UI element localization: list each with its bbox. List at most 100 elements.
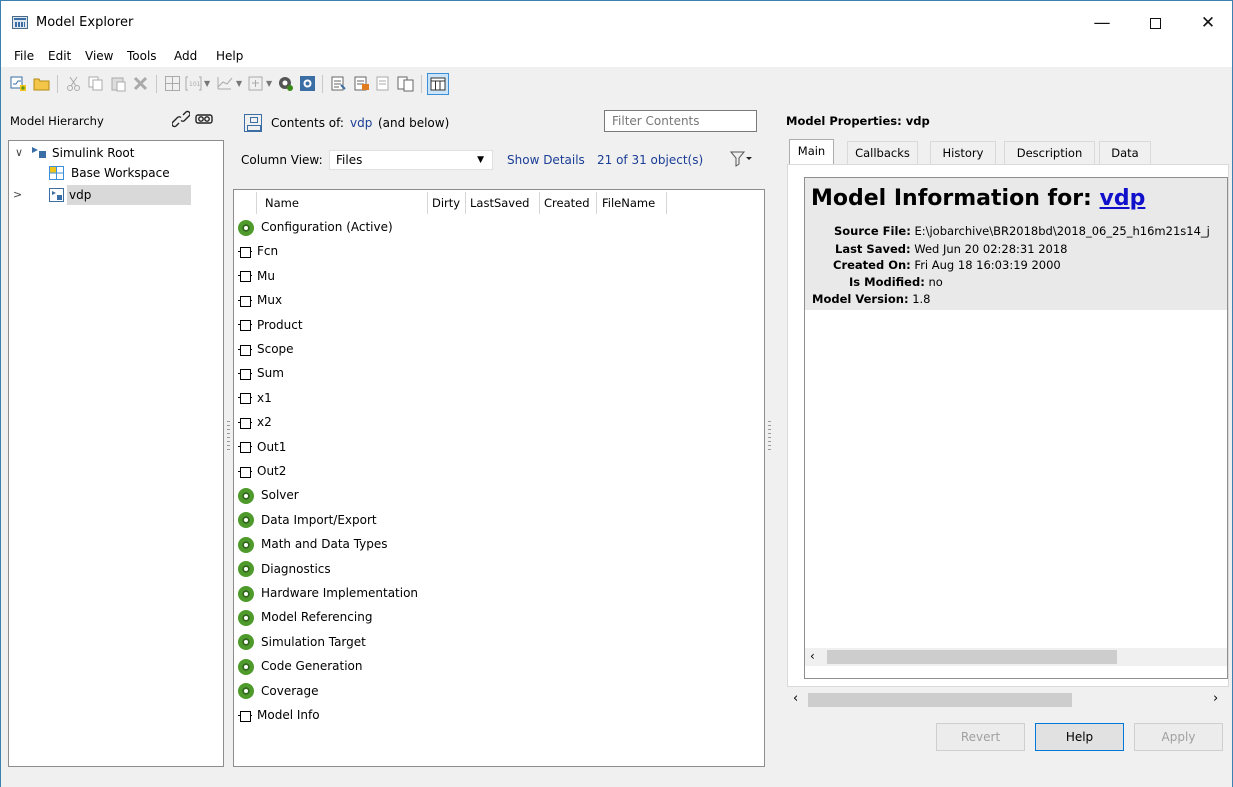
minimize-button[interactable]: —	[1079, 7, 1125, 39]
scroll-left-icon[interactable]: ‹	[810, 649, 815, 663]
copy-icon[interactable]	[87, 75, 104, 92]
list-item[interactable]: Model Info	[238, 704, 320, 726]
contents-hierarchy-icon[interactable]	[244, 114, 262, 132]
filter-icon[interactable]	[730, 151, 752, 167]
menu-help[interactable]: Help	[216, 49, 243, 63]
show-hide-icon[interactable]	[195, 110, 213, 128]
column-header-name[interactable]: Name	[265, 196, 299, 210]
tree-item-base-workspace[interactable]: Base Workspace	[9, 163, 223, 183]
scroll-left-icon[interactable]: ‹	[793, 691, 798, 706]
config-component-icon	[238, 683, 254, 700]
scrollbar-thumb[interactable]	[808, 693, 1072, 707]
column-view-select[interactable]: Files ▼	[329, 150, 493, 170]
delete-icon[interactable]	[132, 75, 149, 92]
column-header-created[interactable]: Created	[544, 196, 590, 210]
paste-icon[interactable]	[110, 75, 127, 92]
config-component-icon	[238, 512, 254, 529]
tab-callbacks[interactable]: Callbacks	[847, 141, 918, 164]
list-item[interactable]: Product	[238, 314, 303, 336]
column-header-dirty[interactable]: Dirty	[432, 196, 460, 210]
menu-add[interactable]: Add	[174, 49, 197, 63]
show-details-link[interactable]: Show Details	[507, 153, 585, 167]
info-horizontal-scrollbar[interactable]: ‹	[805, 648, 1227, 666]
block-icon	[238, 270, 252, 283]
tab-description[interactable]: Description	[1004, 141, 1095, 164]
tab-data[interactable]: Data	[1099, 141, 1151, 164]
menu-file[interactable]: File	[14, 49, 34, 63]
list-item[interactable]: Configuration (Active)	[238, 216, 393, 238]
contents-model-link[interactable]: vdp	[350, 116, 372, 130]
tab-history[interactable]: History	[930, 141, 996, 164]
list-item-label: Fcn	[257, 244, 279, 259]
column-view-icon[interactable]	[427, 73, 449, 95]
compare-icon[interactable]	[397, 75, 414, 92]
list-item[interactable]: Hardware Implementation	[238, 582, 418, 604]
column-header-filename[interactable]: FileName	[602, 196, 655, 210]
list-item[interactable]: x2	[238, 411, 272, 433]
chevron-down-icon[interactable]: ∨	[15, 143, 23, 163]
open-folder-icon[interactable]	[33, 75, 50, 92]
list-item[interactable]: Simulation Target	[238, 631, 366, 653]
filter-contents-input[interactable]: Filter Contents	[604, 110, 757, 132]
list-item[interactable]: Scope	[238, 338, 294, 360]
dropdown-arrow-icon[interactable]: ▼	[204, 79, 210, 88]
new-model-icon[interactable]	[10, 75, 27, 92]
left-splitter[interactable]	[227, 421, 230, 451]
properties-horizontal-scrollbar[interactable]: ‹ ›	[788, 691, 1228, 709]
status-bar	[1, 767, 1232, 787]
config-component-icon	[238, 658, 254, 675]
help-button[interactable]: Help	[1035, 723, 1124, 751]
chevron-right-icon[interactable]: >	[13, 185, 22, 205]
report-icon[interactable]	[330, 75, 347, 92]
link-icon[interactable]	[172, 110, 190, 128]
export-icon[interactable]	[375, 75, 392, 92]
list-item-label: x1	[257, 390, 272, 405]
scroll-right-icon[interactable]: ›	[1213, 691, 1218, 706]
column-header-lastsaved[interactable]: LastSaved	[470, 196, 529, 210]
list-item[interactable]: Model Referencing	[238, 606, 372, 628]
list-item[interactable]: Out1	[238, 436, 286, 458]
list-item[interactable]: Data Import/Export	[238, 509, 377, 531]
tree-item-simulink-root[interactable]: ∨ Simulink Root	[9, 143, 223, 163]
right-splitter[interactable]	[768, 421, 771, 451]
maximize-icon	[1149, 17, 1161, 29]
dropdown-arrow-icon[interactable]: ▼	[236, 79, 242, 88]
last-saved-label: Last Saved:	[835, 242, 911, 256]
dropdown-arrow-icon[interactable]: ▼	[266, 79, 272, 88]
apply-button[interactable]: Apply	[1134, 723, 1223, 751]
list-item[interactable]: Coverage	[238, 680, 319, 702]
close-button[interactable]: ✕	[1185, 7, 1231, 39]
cut-icon[interactable]	[65, 75, 82, 92]
list-item[interactable]: Out2	[238, 460, 286, 482]
settings-gear-icon[interactable]	[277, 75, 294, 92]
list-item[interactable]: x1	[238, 387, 272, 409]
block-icon	[238, 441, 252, 454]
grid-icon[interactable]	[164, 75, 181, 92]
signal-icon[interactable]	[216, 75, 233, 92]
model-information-link[interactable]: vdp	[1100, 186, 1146, 211]
maximize-button[interactable]	[1132, 7, 1178, 39]
menu-view[interactable]: View	[85, 49, 113, 63]
list-item[interactable]: Diagnostics	[238, 558, 331, 580]
is-modified-label: Is Modified:	[849, 275, 925, 289]
bus-icon[interactable]	[247, 75, 264, 92]
list-item[interactable]: Solver	[238, 484, 299, 506]
tree-item-vdp[interactable]: > vdp	[13, 185, 191, 205]
config-set-icon[interactable]	[299, 75, 316, 92]
scrollbar-thumb[interactable]	[827, 650, 1117, 664]
tab-main[interactable]: Main	[789, 139, 834, 165]
menu-edit[interactable]: Edit	[48, 49, 71, 63]
list-item[interactable]: Fcn	[238, 240, 278, 262]
matrix-icon[interactable]: 101	[185, 75, 202, 92]
list-item[interactable]: Code Generation	[238, 655, 362, 677]
revert-button[interactable]: Revert	[936, 723, 1025, 751]
code-report-icon[interactable]	[353, 75, 370, 92]
is-modified-value: no	[928, 275, 943, 289]
list-item[interactable]: Math and Data Types	[238, 533, 388, 555]
list-item[interactable]: Mu	[238, 265, 275, 287]
model-version-label: Model Version:	[812, 292, 909, 306]
list-item[interactable]: Mux	[238, 289, 282, 311]
list-item[interactable]: Sum	[238, 362, 284, 384]
list-item-label: Sum	[257, 366, 284, 381]
menu-tools[interactable]: Tools	[127, 49, 157, 63]
